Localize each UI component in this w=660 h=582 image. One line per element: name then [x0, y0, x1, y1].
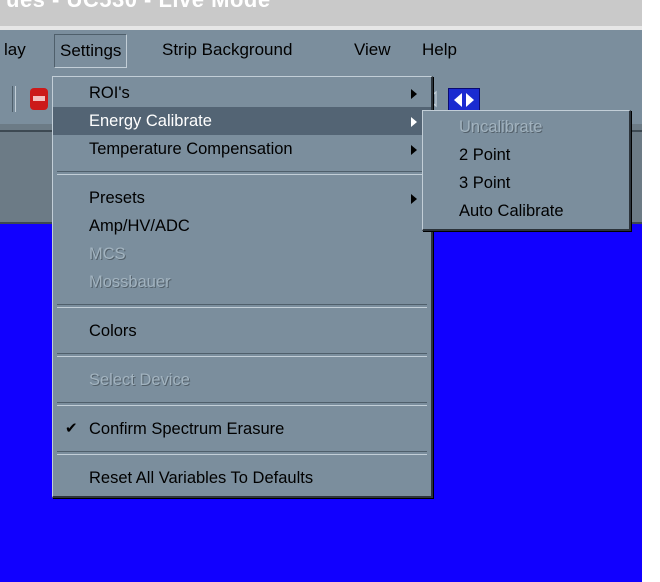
menu-item-label: Confirm Spectrum Erasure [89, 420, 285, 438]
submenu-arrow-icon [411, 145, 417, 155]
submenu-item-uncalibrate: Uncalibrate [423, 113, 629, 141]
submenu-arrow-icon [411, 117, 417, 127]
left-right-arrows-icon[interactable] [448, 88, 480, 112]
menu-separator [57, 451, 427, 455]
title-bar: ues - UC530 - Live Mode [0, 0, 642, 30]
menu-display[interactable]: lay [4, 30, 26, 70]
menu-separator [57, 304, 427, 308]
stop-icon-bar [33, 96, 45, 101]
window-title: ues - UC530 - Live Mode [6, 0, 271, 13]
checkmark-icon: ✔ [65, 420, 78, 437]
menu-item-label: Temperature Compensation [89, 140, 293, 158]
menu-item-label: Colors [89, 322, 137, 340]
window-edge [642, 0, 660, 582]
menu-item-label: Amp/HV/ADC [89, 217, 190, 235]
menu-item-reset-all-variables[interactable]: Reset All Variables To Defaults [53, 464, 431, 492]
menu-item-label: Select Device [89, 371, 190, 389]
menu-separator [57, 402, 427, 406]
title-strip: ues - UC530 - Live Mode [0, 0, 642, 26]
menu-item-confirm-spectrum-erasure[interactable]: ✔ Confirm Spectrum Erasure [53, 415, 431, 443]
menu-item-amp-hv-adc[interactable]: Amp/HV/ADC [53, 212, 431, 240]
menu-item-rois[interactable]: ROI's [53, 79, 431, 107]
menu-item-label: ROI's [89, 84, 130, 102]
submenu-item-auto-calibrate[interactable]: Auto Calibrate [423, 197, 629, 225]
menu-item-mossbauer: Mossbauer [53, 268, 431, 296]
menu-item-mcs: MCS [53, 240, 431, 268]
menu-separator [57, 171, 427, 175]
menu-item-presets[interactable]: Presets [53, 184, 431, 212]
submenu-arrow-icon [411, 194, 417, 204]
submenu-item-3-point[interactable]: 3 Point [423, 169, 629, 197]
submenu-item-label: Uncalibrate [459, 118, 543, 136]
toolbar-separator [12, 86, 16, 112]
submenu-item-label: 2 Point [459, 146, 511, 164]
energy-calibrate-submenu: Uncalibrate 2 Point 3 Point Auto Calibra… [422, 110, 631, 231]
stop-icon[interactable] [30, 88, 48, 110]
menu-item-colors[interactable]: Colors [53, 317, 431, 345]
submenu-arrow-icon [411, 89, 417, 99]
menu-strip-background[interactable]: Strip Background [162, 30, 292, 70]
menu-item-select-device: Select Device [53, 366, 431, 394]
menu-item-label: Presets [89, 189, 145, 207]
submenu-item-2-point[interactable]: 2 Point [423, 141, 629, 169]
submenu-item-label: 3 Point [459, 174, 511, 192]
menu-settings[interactable]: Settings [54, 34, 128, 68]
submenu-item-label: Auto Calibrate [459, 202, 564, 220]
menu-item-label: MCS [89, 245, 126, 263]
menu-item-energy-calibrate[interactable]: Energy Calibrate [53, 107, 431, 135]
menu-item-temperature-compensation[interactable]: Temperature Compensation [53, 135, 431, 163]
menu-bar: lay Settings Strip Background View Help [0, 30, 642, 70]
menu-item-label: Mossbauer [89, 273, 171, 291]
settings-menu: ROI's Energy Calibrate Temperature Compe… [52, 76, 433, 498]
menu-separator [57, 353, 427, 357]
menu-item-label: Energy Calibrate [89, 112, 212, 130]
menu-view[interactable]: View [354, 30, 391, 70]
menu-help[interactable]: Help [422, 30, 457, 70]
menu-item-label: Reset All Variables To Defaults [89, 469, 314, 487]
